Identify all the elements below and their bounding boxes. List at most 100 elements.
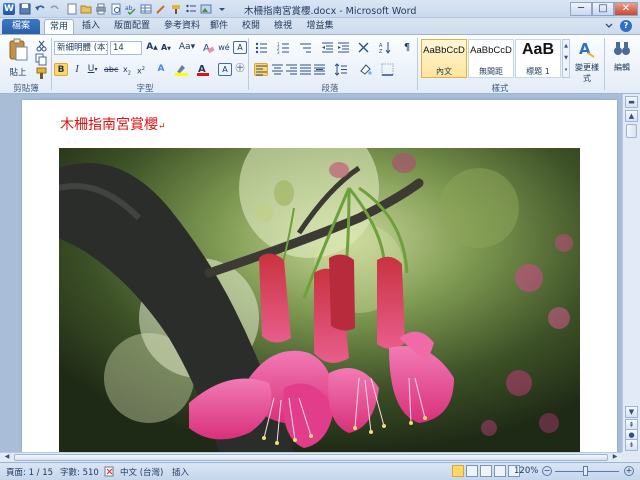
enclose-characters-icon[interactable]: A [233, 41, 247, 54]
text-effects-icon[interactable]: A [154, 63, 168, 76]
cherry-blossom-photo[interactable] [59, 148, 580, 452]
minimize-ribbon-icon[interactable] [604, 21, 614, 31]
scroll-up-button[interactable]: ▲ [625, 110, 638, 122]
asian-layout-icon[interactable] [356, 41, 370, 54]
distributed-button[interactable] [312, 63, 326, 76]
open-folder-icon[interactable] [80, 3, 92, 15]
shading-icon[interactable] [358, 63, 372, 76]
italic-button[interactable]: I [70, 63, 84, 76]
draw-table-icon[interactable] [155, 3, 167, 15]
ruler-toggle-icon[interactable]: ▬ [625, 96, 638, 108]
tab-addins[interactable]: 增益集 [302, 19, 338, 34]
justify-button[interactable] [298, 63, 312, 76]
scroll-left-button[interactable]: ◀ [2, 453, 12, 462]
outline-icon[interactable] [494, 465, 506, 477]
full-screen-reading-icon[interactable] [466, 465, 478, 477]
borders-icon[interactable] [380, 63, 394, 76]
scroll-thumb[interactable] [626, 124, 637, 138]
copy-icon[interactable] [34, 53, 48, 66]
format-painter-quick-icon[interactable] [170, 3, 182, 15]
horizontal-scrollbar[interactable]: ◀ ▶ [0, 452, 622, 462]
sort-icon[interactable]: AZ [378, 41, 392, 55]
document-heading[interactable]: 木柵指南宮賞櫻↵ [60, 114, 166, 134]
tab-page-layout[interactable]: 版面配置 [110, 19, 154, 34]
undo-icon[interactable] [34, 3, 46, 15]
tab-insert[interactable]: 插入 [78, 19, 104, 34]
enclosed-character-icon[interactable]: ㊉ [233, 63, 247, 76]
font-name-combo[interactable]: 新細明體 (本文 [54, 41, 108, 55]
superscript-button[interactable]: x2 [134, 63, 148, 76]
zoom-level-status[interactable]: 120% [514, 466, 538, 476]
scroll-down-button[interactable]: ▼ [625, 406, 638, 418]
show-hide-marks-icon[interactable]: ¶ [400, 41, 414, 54]
line-spacing-icon[interactable] [334, 63, 348, 76]
zoom-in-button[interactable]: + [624, 466, 634, 476]
spelling-icon[interactable]: ab [125, 3, 137, 15]
increase-indent-icon[interactable] [336, 41, 350, 54]
print-layout-icon[interactable] [452, 465, 464, 477]
bullets-quick-icon[interactable] [185, 3, 197, 15]
highlight-icon[interactable] [174, 63, 190, 76]
subscript-button[interactable]: x2 [120, 63, 134, 77]
font-color-icon[interactable]: A [196, 63, 210, 76]
proofing-icon[interactable] [104, 466, 115, 477]
cut-icon[interactable] [34, 39, 48, 52]
print-icon[interactable] [95, 3, 107, 15]
change-case-icon[interactable]: Aa▾ [178, 41, 196, 54]
zoom-slider-thumb[interactable] [583, 466, 588, 476]
align-right-button[interactable] [284, 63, 298, 76]
change-styles-button[interactable]: A 變更樣式 [572, 39, 602, 83]
minimize-button[interactable]: ─ [570, 2, 592, 16]
align-center-button[interactable] [270, 63, 284, 76]
grow-font-icon[interactable]: A▲ [145, 41, 159, 54]
tab-references[interactable]: 參考資料 [160, 19, 204, 34]
zoom-out-button[interactable]: − [542, 466, 552, 476]
document-page[interactable]: 木柵指南宮賞櫻↵ [22, 100, 617, 452]
shrink-font-icon[interactable]: A▼ [159, 41, 173, 54]
horizontal-ruler[interactable] [40, 96, 600, 99]
style-normal-tile[interactable]: AaBbCcD 內文 [421, 39, 467, 78]
align-left-button[interactable] [254, 63, 268, 76]
bullets-icon[interactable] [254, 41, 268, 54]
multilevel-list-icon[interactable] [298, 41, 312, 54]
tab-view[interactable]: 檢視 [270, 19, 296, 34]
styles-gallery-scroll[interactable]: ▲ ▼ ▾ [562, 39, 570, 78]
format-painter-icon[interactable] [34, 67, 48, 80]
scroll-right-button[interactable]: ▶ [610, 453, 620, 462]
new-document-icon[interactable] [66, 3, 78, 15]
vertical-scrollbar[interactable]: ▬ ▲ ▼ ⇞ ● ⇟ [622, 94, 640, 452]
editing-button[interactable]: 編輯 [607, 39, 637, 79]
tab-review[interactable]: 校閱 [238, 19, 264, 34]
save-icon[interactable] [19, 3, 31, 15]
tab-file[interactable]: 檔案 [2, 19, 40, 34]
customize-quick-access-icon[interactable] [216, 3, 228, 15]
page-count-status[interactable]: 頁面: 1 / 15 [6, 466, 53, 478]
horizontal-scroll-thumb[interactable] [14, 454, 608, 461]
style-heading1-tile[interactable]: AaB 標題 1 [515, 39, 561, 78]
table-icon[interactable] [140, 3, 152, 15]
tab-mailings[interactable]: 郵件 [206, 19, 232, 34]
help-icon[interactable]: ? [620, 20, 632, 32]
word-count-status[interactable]: 字數: 510 [60, 466, 99, 478]
redo-icon[interactable] [49, 3, 61, 15]
next-page-button[interactable]: ⇟ [625, 439, 638, 451]
close-button[interactable]: ✕ [614, 2, 638, 16]
insert-mode-status[interactable]: 插入 [172, 466, 189, 478]
character-shading-icon[interactable]: A [218, 63, 232, 76]
font-size-combo[interactable]: 14 [110, 41, 142, 55]
language-status[interactable]: 中文 (台灣) [120, 466, 163, 478]
print-preview-icon[interactable] [110, 3, 122, 15]
decrease-indent-icon[interactable] [320, 41, 334, 54]
tab-home[interactable]: 常用 [44, 19, 74, 34]
maximize-button[interactable]: □ [592, 2, 614, 16]
clear-format-icon[interactable]: A [201, 41, 215, 54]
underline-dropdown-icon[interactable]: ▾ [92, 63, 100, 76]
phonetic-guide-icon[interactable]: wé [217, 41, 231, 54]
strikethrough-button[interactable]: abc [104, 63, 118, 76]
paste-button[interactable]: 貼上 [4, 38, 32, 78]
web-layout-icon[interactable] [480, 465, 492, 477]
word-app-icon[interactable]: W [3, 3, 15, 15]
style-no-spacing-tile[interactable]: AaBbCcD 無間距 [468, 39, 514, 78]
bold-button[interactable]: B [54, 63, 68, 76]
numbering-icon[interactable]: 123 [276, 41, 290, 55]
